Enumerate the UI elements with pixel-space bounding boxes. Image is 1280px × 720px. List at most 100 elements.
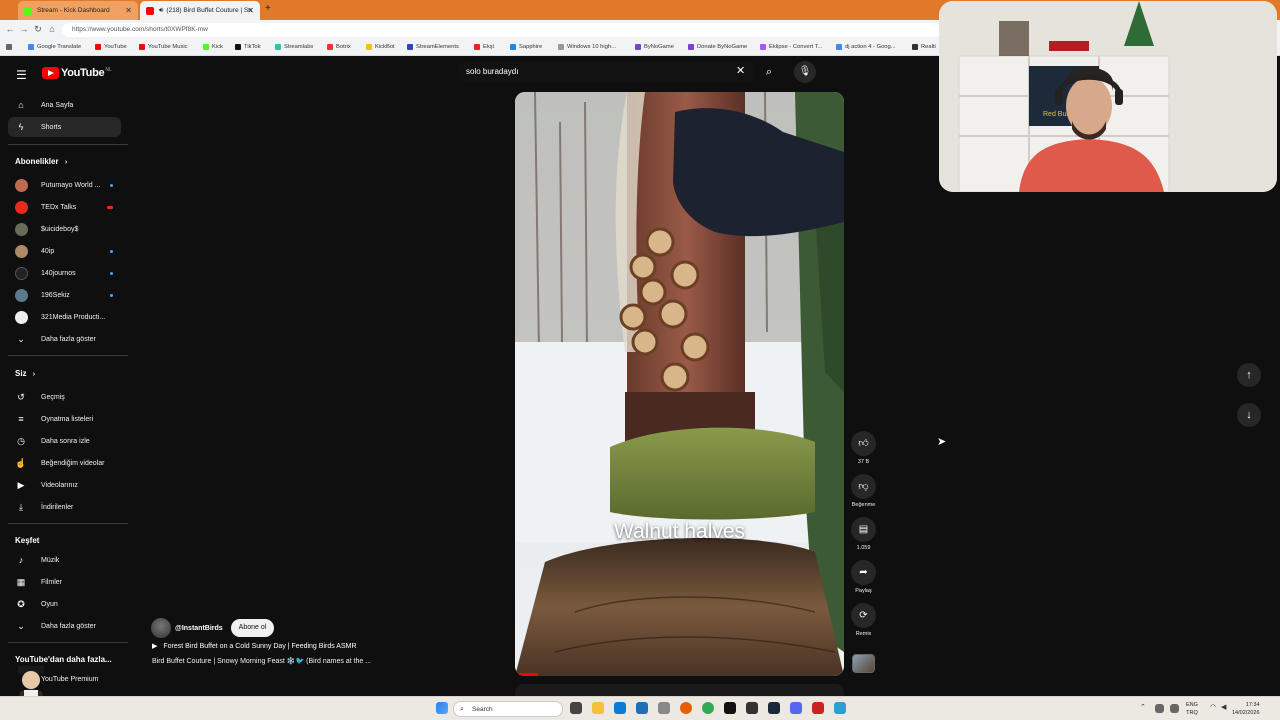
windows-start-icon[interactable] [436,702,448,714]
sidebar-item-downloads[interactable]: ⤓ İndirilenler [8,497,121,517]
bookmark[interactable]: YouTube Music [139,44,188,50]
volume-icon[interactable]: ◀ [1221,703,1226,711]
dislike-button[interactable]: 👎︎ Beğenme [851,474,876,508]
progress-bar[interactable] [515,673,539,676]
audio-thumbnail[interactable] [852,654,875,673]
sidebar-item-playlists[interactable]: ≡ Oynatma listeleri [8,409,121,429]
sidebar-item-gaming[interactable]: ✪ Oyun [8,594,121,614]
app-icon[interactable] [658,702,670,714]
app-icon[interactable] [724,702,736,714]
video-description[interactable]: Bird Buffet Couture | Snowy Morning Feas… [152,657,371,665]
close-icon[interactable]: ✕ [125,6,132,15]
youtube-logo[interactable]: YouTube NL [42,67,112,79]
store-icon[interactable] [614,702,626,714]
task-view-icon[interactable] [570,702,582,714]
sidebar-item-home[interactable]: ⌂ Ana Sayfa [8,95,121,115]
steam-icon[interactable] [768,702,780,714]
menu-icon[interactable]: ☰ [16,68,27,82]
firefox-icon[interactable] [680,702,692,714]
app-icon[interactable] [834,702,846,714]
bookmark[interactable]: Windows 10 high... [558,44,616,50]
language-indicator[interactable]: ENG TRQ [1186,701,1198,717]
search-input[interactable]: solo buradaydı [458,61,756,83]
bookmark[interactable]: StreamElements [407,44,459,50]
bookmark[interactable]: Ekşi [474,44,494,50]
sidebar-item-shorts[interactable]: ϟ Shorts [8,117,121,137]
speaker-icon[interactable]: 🔊︎ [159,7,163,15]
subscribe-button[interactable]: Abone ol [230,619,275,637]
youtube-icon [146,6,154,15]
sidebar-item-history[interactable]: ↺ Geçmiş [8,387,121,407]
chrome-icon[interactable] [702,702,714,714]
show-more-button[interactable]: ⌄ Daha fazla göster [8,329,121,349]
file-explorer-icon[interactable] [592,702,604,714]
sidebar: ⌂ Ana Sayfa ϟ Shorts Abonelikler › Putumay… [0,94,130,694]
app-icon[interactable] [636,702,648,714]
bookmark[interactable]: TikTok [235,44,261,50]
tray-icon[interactable] [1155,704,1164,713]
bookmark[interactable]: Realti [912,44,936,50]
like-count: 37 B [857,459,870,465]
sidebar-item-liked-videos[interactable]: ☝ Beğendiğim videolar [8,453,121,473]
subscription-item[interactable]: 40ip [8,241,121,261]
bookmark[interactable]: YouTube [95,44,127,50]
sidebar-item-films[interactable]: ▦ Filmler [8,572,121,592]
forward-icon[interactable]: → [18,24,30,34]
browser-tab-active[interactable]: 🔊︎ (218) Bird Buffet Couture | Sn ✕ [140,1,260,20]
clear-icon[interactable]: ✕ [736,64,745,77]
tray-chevron-icon[interactable]: ⌃ [1140,703,1146,711]
remix-button[interactable]: ⟳ Remix [851,603,876,637]
bookmark[interactable]: Streamlabs [275,44,313,50]
video-title[interactable]: ▶ Forest Bird Buffet on a Cold Sunny Day … [152,642,357,651]
subscription-item[interactable]: TEDx Talks [8,197,121,217]
channel-avatar[interactable] [151,618,171,638]
home-icon[interactable]: ⌂ [46,24,58,34]
next-short-preview[interactable] [515,684,844,696]
comments-button[interactable]: ▤ 1.059 [851,517,876,551]
back-icon[interactable]: ← [4,24,16,34]
bookmark[interactable]: dj action 4 - Goog... [836,44,896,50]
short-video-player[interactable]: Walnut halves [515,92,844,676]
apps-icon[interactable] [6,44,15,50]
subscription-item[interactable]: Putumayo World ... [8,175,121,195]
subscription-item[interactable]: $uicideboy$ [8,219,121,239]
bookmark-icon [366,44,372,50]
subscription-item[interactable]: 140journos [8,263,121,283]
share-button[interactable]: ➦ Paylaş [851,560,876,594]
subscription-item[interactable]: 196Sekiz [8,285,121,305]
subscriptions-heading[interactable]: Abonelikler › [15,157,67,166]
bookmark[interactable]: Eklipse - Convert T... [760,44,822,50]
app-icon[interactable] [812,702,824,714]
bookmark[interactable]: KickBot [366,44,395,50]
app-icon[interactable] [746,702,758,714]
show-more-button[interactable]: ⌄ Daha fazla göster [8,616,121,636]
like-button[interactable]: 👍︎ 37 B [851,431,876,465]
network-icon[interactable]: ◠ [1210,703,1216,711]
discord-icon[interactable] [790,702,802,714]
channel-name[interactable]: @InstantBirds [175,625,223,632]
next-short-button[interactable]: ↓ [1237,403,1261,427]
sidebar-item-your-videos[interactable]: ▶ Videolarınız [8,475,121,495]
url-input[interactable]: https://www.youtube.com/shorts/t0XWPf8K-… [62,23,942,37]
bookmark[interactable]: Sapphire [510,44,542,50]
sidebar-item-watch-later[interactable]: ◷ Daha sonra izle [8,431,121,451]
bookmark[interactable]: Google Translate [28,44,81,50]
voice-search-button[interactable]: 🎙︎ [794,61,816,83]
bookmark[interactable]: Botrix [327,44,351,50]
bookmark[interactable]: Kick [203,44,223,50]
bookmark[interactable]: ByNoGame [635,44,674,50]
bookmark[interactable]: Donate ByNoGame [688,44,747,50]
taskbar-search[interactable]: ⌕ Search [453,701,563,717]
sidebar-item-music[interactable]: ♪ Müzik [8,550,121,570]
new-tab-button[interactable]: + [265,3,271,14]
previous-short-button[interactable]: ↑ [1237,363,1261,387]
sidebar-item-label: Filmler [41,578,62,586]
subscription-item[interactable]: 321Media Producti... [8,307,121,327]
clock[interactable]: 17:34 14/02/2026 [1232,701,1260,717]
search-button[interactable]: ⌕ [758,62,780,82]
close-icon[interactable]: ✕ [247,6,254,15]
tray-icon[interactable] [1170,704,1179,713]
reload-icon[interactable]: ↻ [32,24,44,35]
you-heading[interactable]: Siz › [15,369,35,378]
browser-tab[interactable]: Stream - Kick Dashboard ✕ [18,1,138,20]
